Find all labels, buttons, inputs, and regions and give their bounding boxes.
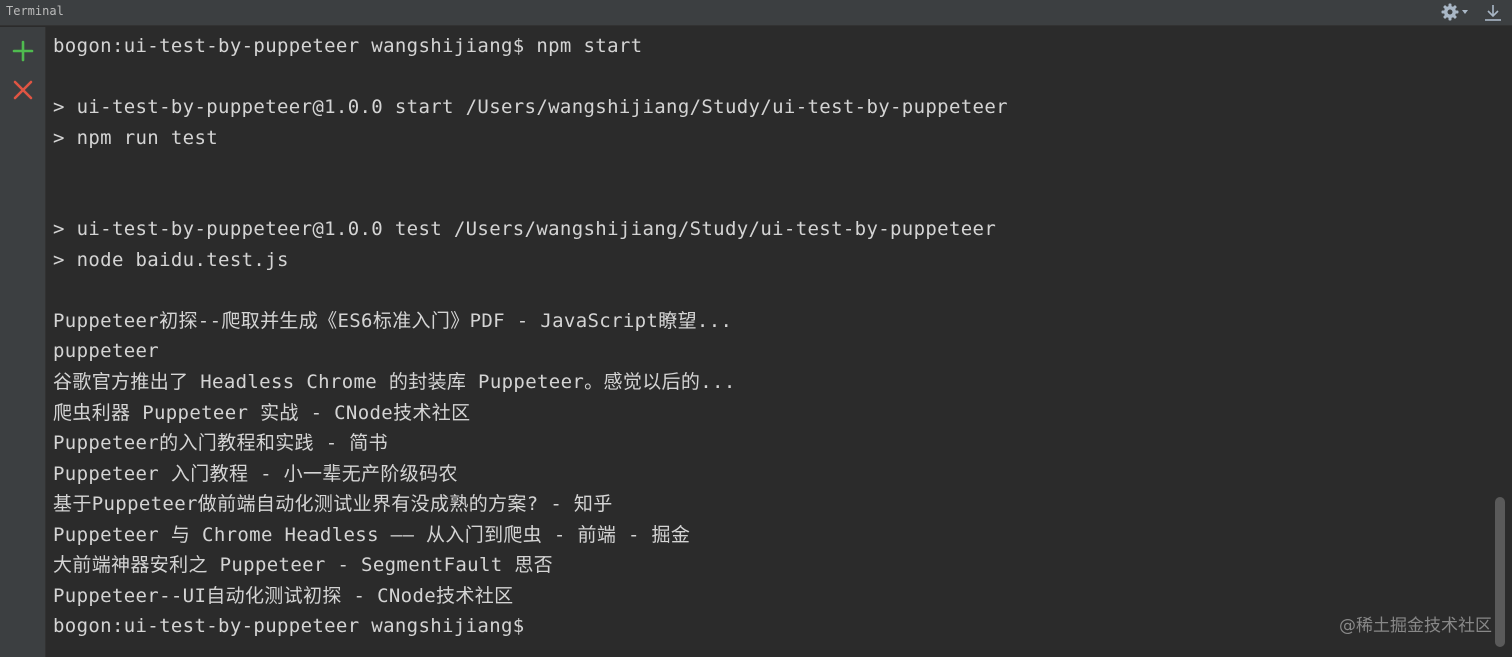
close-icon[interactable] — [10, 77, 36, 103]
terminal-line: bogon:ui-test-by-puppeteer wangshijiang$ — [53, 615, 525, 638]
terminal-toolstrip — [0, 27, 46, 657]
terminal-line: Puppeteer 与 Chrome Headless —— 从入门到爬虫 - … — [53, 523, 691, 546]
plus-icon[interactable] — [10, 38, 36, 64]
window-title: Terminal — [6, 4, 64, 18]
download-icon[interactable] — [1482, 2, 1504, 24]
terminal-line: > ui-test-by-puppeteer@1.0.0 start /User… — [53, 96, 1008, 119]
scrollbar-thumb[interactable] — [1495, 497, 1505, 647]
terminal-line: 基于Puppeteer做前端自动化测试业界有没成熟的方案? - 知乎 — [53, 493, 613, 516]
terminal-line: 谷歌官方推出了 Headless Chrome 的封装库 Puppeteer。感… — [53, 371, 736, 394]
terminal-line: > ui-test-by-puppeteer@1.0.0 test /Users… — [53, 218, 997, 241]
title-bar: Terminal — [0, 0, 1512, 26]
terminal-line: puppeteer — [53, 340, 160, 363]
terminal-line: Puppeteer--UI自动化测试初探 - CNode技术社区 — [53, 584, 514, 607]
terminal-line: 大前端神器安利之 Puppeteer - SegmentFault 思否 — [53, 554, 554, 577]
vertical-scrollbar[interactable] — [1487, 27, 1512, 657]
terminal-line: > node baidu.test.js — [53, 248, 289, 271]
gear-icon[interactable] — [1440, 2, 1470, 22]
terminal-line: 爬虫利器 Puppeteer 实战 - CNode技术社区 — [53, 401, 471, 424]
terminal-line: Puppeteer的入门教程和实践 - 简书 — [53, 432, 388, 455]
terminal-line: Puppeteer 入门教程 - 小一辈无产阶级码农 — [53, 462, 458, 485]
watermark: @稀土掘金技术社区 — [1339, 616, 1492, 636]
terminal-output[interactable]: bogon:ui-test-by-puppeteer wangshijiang$… — [47, 27, 1487, 657]
terminal-line: Puppeteer初探--爬取并生成《ES6标准入门》PDF - JavaScr… — [53, 309, 733, 332]
terminal-line: bogon:ui-test-by-puppeteer wangshijiang$… — [53, 35, 643, 57]
terminal-lines: bogon:ui-test-by-puppeteer wangshijiang$… — [53, 31, 1008, 642]
terminal-line: > npm run test — [53, 126, 219, 149]
terminal-window: Terminal bogon:ui-test-by-puppeteer wang… — [0, 0, 1512, 657]
